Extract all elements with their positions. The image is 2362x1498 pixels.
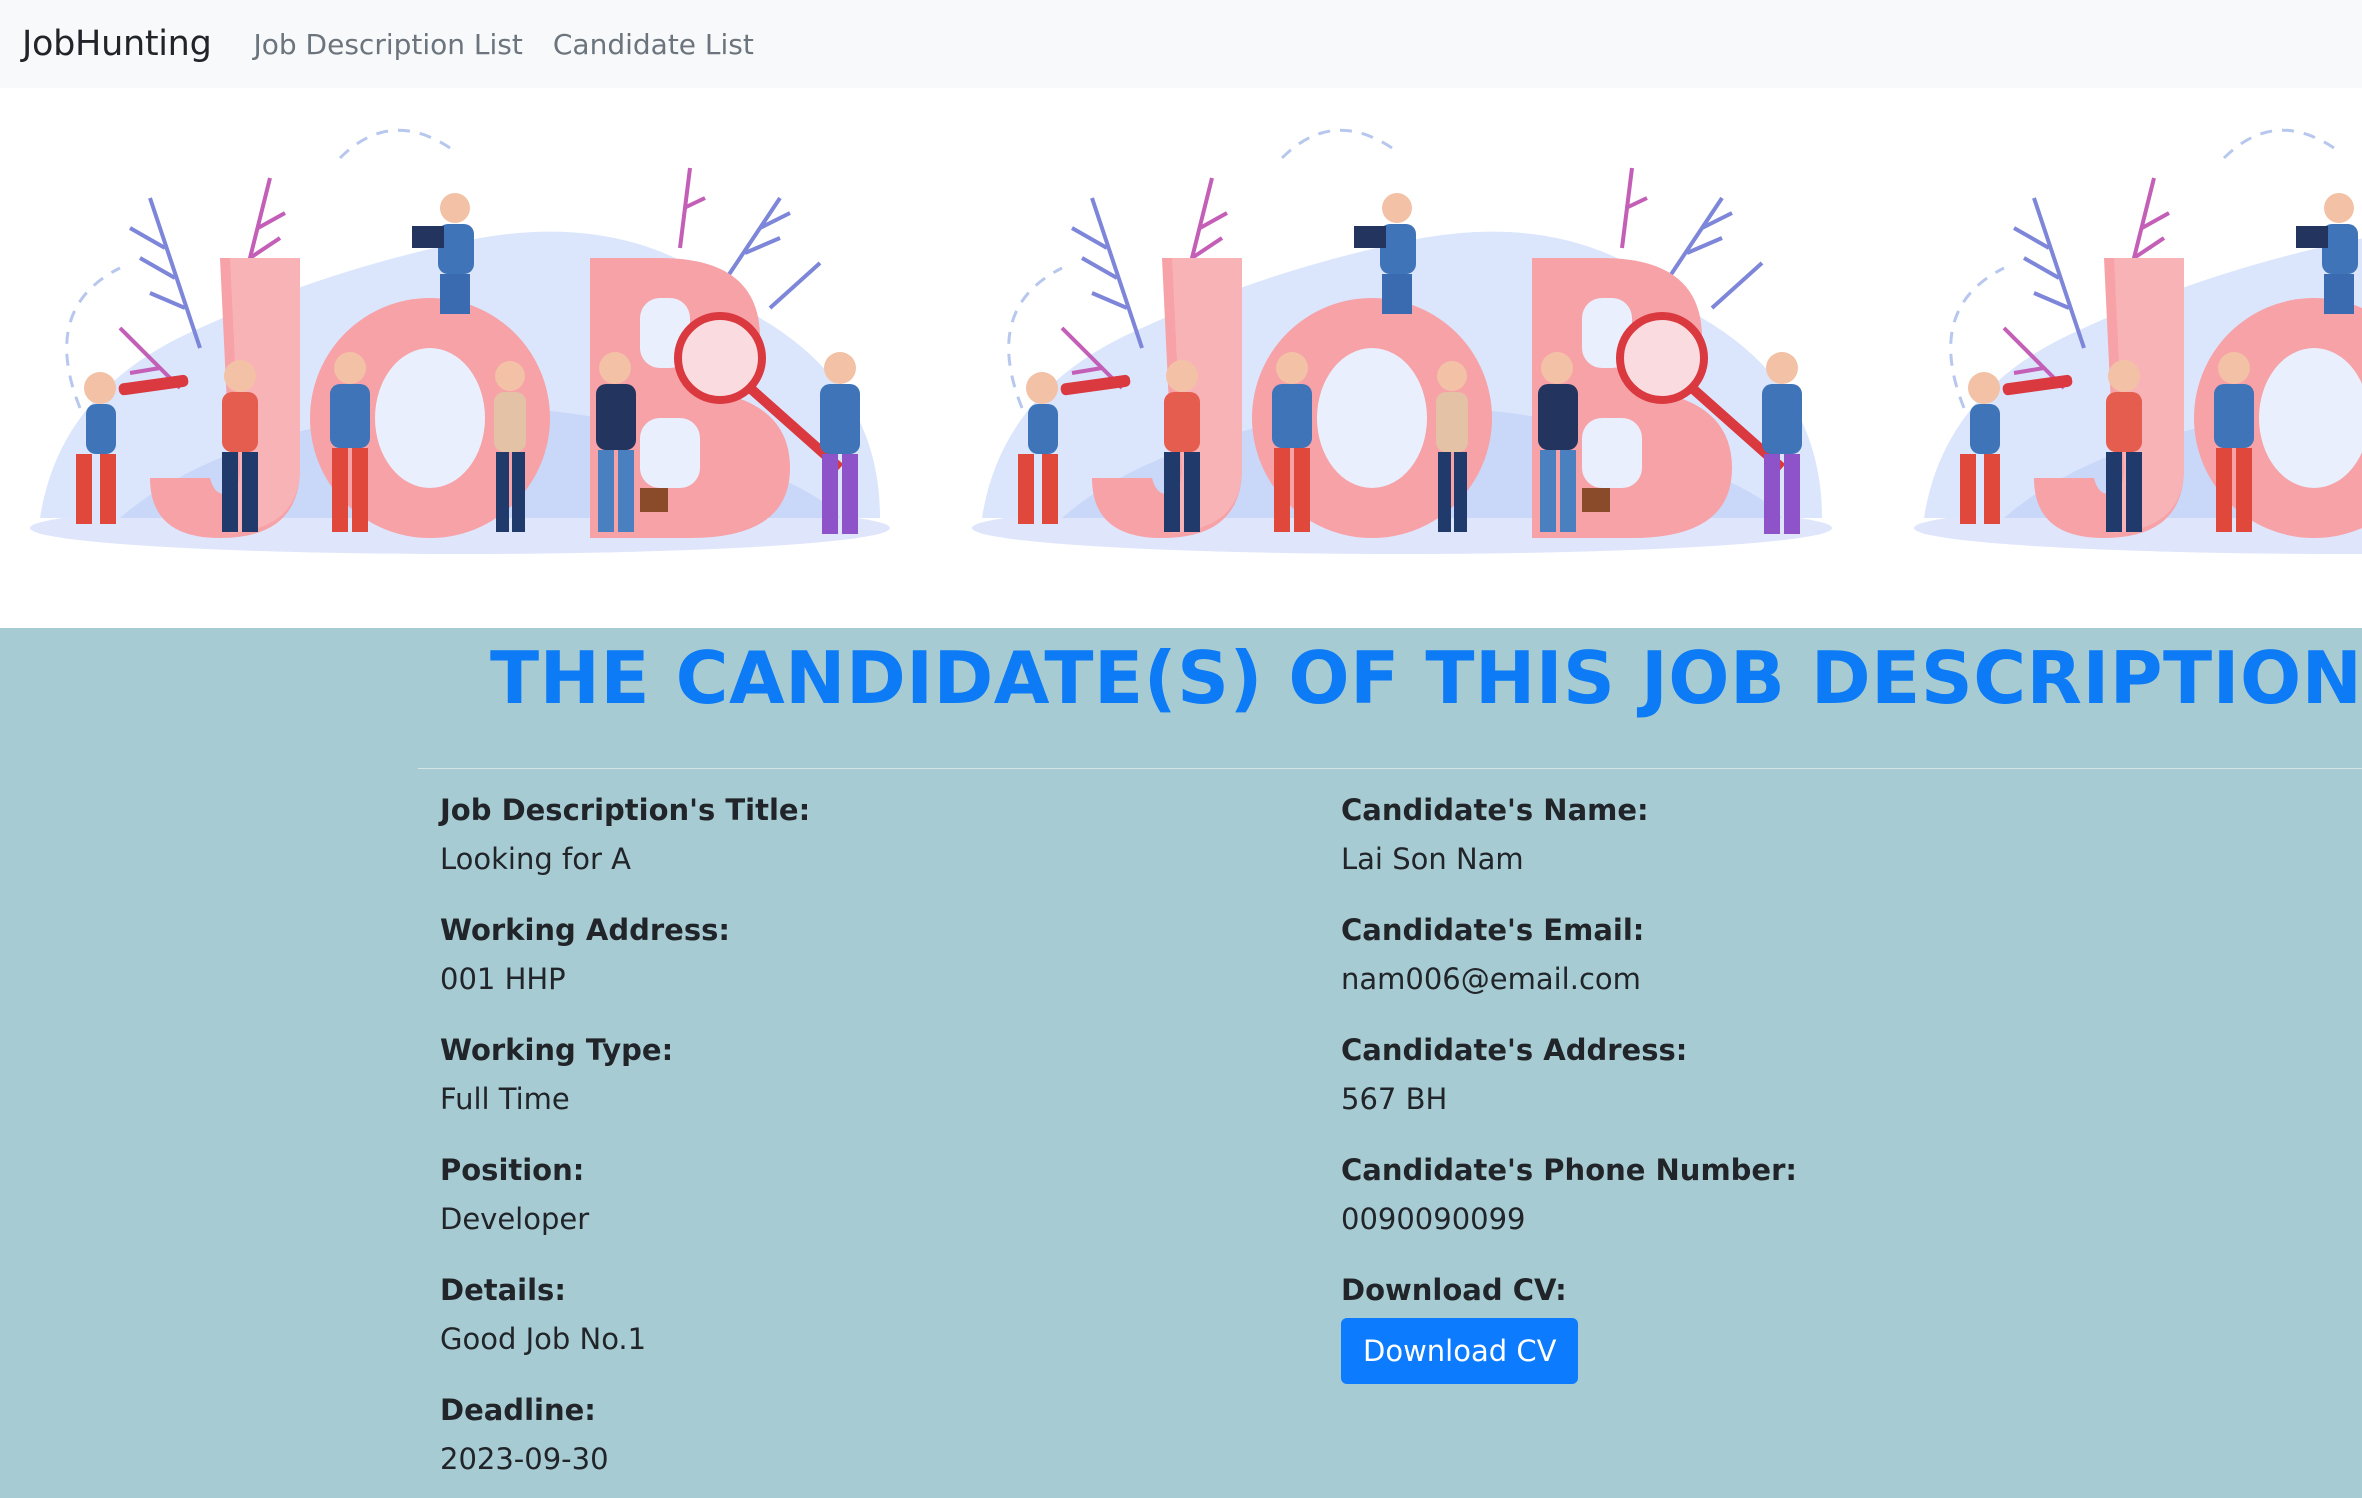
nav-link-candidate-list[interactable]: Candidate List <box>553 28 754 61</box>
nav-link-job-description-list[interactable]: Job Description List <box>253 28 522 61</box>
download-cv-field: Download CV: Download CV <box>1341 1268 1797 1388</box>
position-value: Developer <box>440 1202 590 1236</box>
top-navbar: JobHunting Job Description List Candidat… <box>0 0 2362 88</box>
job-title-value: Looking for A <box>440 842 631 876</box>
job-banner-image <box>0 88 2362 628</box>
job-description-details: Job Description's Title: Looking for A W… <box>440 788 810 1498</box>
position-label: Position: <box>440 1153 585 1187</box>
candidate-name-label: Candidate's Name: <box>1341 793 1649 827</box>
download-cv-label: Download CV: <box>1341 1273 1567 1307</box>
candidate-email-value: nam006@email.com <box>1341 962 1641 996</box>
download-cv-button[interactable]: Download CV <box>1341 1318 1579 1384</box>
deadline-value: 2023-09-30 <box>440 1442 609 1476</box>
position-field: Position: Developer <box>440 1148 810 1268</box>
job-title-label: Job Description's Title: <box>440 793 811 827</box>
working-address-value: 001 HHP <box>440 962 566 996</box>
working-address-label: Working Address: <box>440 913 730 947</box>
candidate-name-value: Lai Son Nam <box>1341 842 1524 876</box>
candidate-phone-field: Candidate's Phone Number: 0090090099 <box>1341 1148 1797 1268</box>
candidate-email-label: Candidate's Email: <box>1341 913 1645 947</box>
brand-link[interactable]: JobHunting <box>22 24 212 64</box>
page-heading: THE CANDIDATE(S) OF THIS JOB DESCRIPTION <box>490 636 2362 720</box>
candidate-details: Candidate's Name: Lai Son Nam Candidate'… <box>1341 788 1797 1388</box>
details-label: Details: <box>440 1273 566 1307</box>
working-type-field: Working Type: Full Time <box>440 1028 810 1148</box>
candidate-address-label: Candidate's Address: <box>1341 1033 1688 1067</box>
candidate-name-field: Candidate's Name: Lai Son Nam <box>1341 788 1797 908</box>
details-field: Details: Good Job No.1 <box>440 1268 810 1388</box>
page-heading-container: THE CANDIDATE(S) OF THIS JOB DESCRIPTION <box>0 628 2362 750</box>
candidate-address-field: Candidate's Address: 567 BH <box>1341 1028 1797 1148</box>
details-value: Good Job No.1 <box>440 1322 647 1356</box>
deadline-label: Deadline: <box>440 1393 596 1427</box>
working-address-field: Working Address: 001 HHP <box>440 908 810 1028</box>
candidate-address-value: 567 BH <box>1341 1082 1448 1116</box>
section-divider <box>418 768 2362 769</box>
candidate-phone-value: 0090090099 <box>1341 1202 1526 1236</box>
job-title-field: Job Description's Title: Looking for A <box>440 788 810 908</box>
candidate-email-field: Candidate's Email: nam006@email.com <box>1341 908 1797 1028</box>
working-type-value: Full Time <box>440 1082 570 1116</box>
working-type-label: Working Type: <box>440 1033 674 1067</box>
deadline-field: Deadline: 2023-09-30 <box>440 1388 810 1498</box>
candidate-phone-label: Candidate's Phone Number: <box>1341 1153 1797 1187</box>
